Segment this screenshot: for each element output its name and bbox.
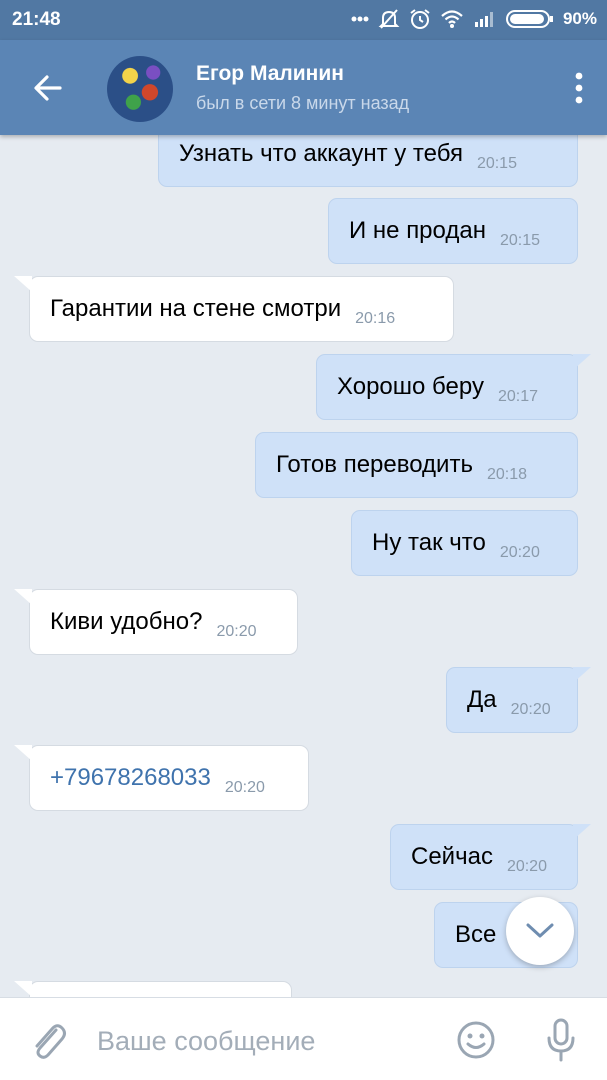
message-outgoing[interactable]: Ну так что 20:20 [351,510,578,576]
message-outgoing[interactable]: Готов переводить 20:18 [255,432,578,498]
status-icons: 90% [351,8,597,30]
alarm-icon [410,9,430,29]
status-bar: 21:48 90% [0,0,607,40]
message-text: Все [455,921,497,948]
message-time: 20:16 [355,310,396,327]
contact-name[interactable]: Егор Малинин [196,62,344,86]
message-time: 20:15 [476,155,517,172]
dots-icon [351,16,369,22]
message-time: 20:20 [216,623,257,640]
message-incoming[interactable]: Гарантии на стене смотри 20:16 [14,276,454,342]
scroll-down-button[interactable] [506,897,574,965]
message-incoming[interactable]: +79678268033 20:20 [14,745,309,811]
message-text: И не продан [349,217,486,244]
microphone-icon[interactable] [546,1018,576,1062]
contact-status: был в сети 8 минут назад [196,93,410,113]
message-text: Киви удобно? [50,608,203,635]
message-time: 20:15 [499,232,541,249]
message-text: Сейчас [411,843,493,870]
phone-link[interactable]: +79678268033 [50,764,211,792]
message-incoming[interactable]: Киви удобно? 20:20 [14,589,298,655]
message-text: Узнать что аккаунт у тебя [179,140,463,167]
chevron-down-icon [526,923,554,938]
message-outgoing[interactable]: И не продан 20:15 [328,198,578,264]
message-time: 20:20 [499,544,540,561]
avatar[interactable] [107,56,173,122]
message-time: 20:18 [486,466,527,483]
message-input[interactable]: Ваше сообщение [97,1026,315,1057]
message-time: 20:20 [506,858,547,875]
wifi-icon [441,10,463,28]
message-text: Гарантии на стене смотри [50,295,342,322]
message-incoming[interactable] [14,981,292,997]
arrow-left-icon[interactable] [28,68,68,108]
muted-bell-icon [378,9,400,29]
message-outgoing[interactable]: Хорошо беру 20:17 [316,354,591,420]
message-time: 20:20 [510,701,551,718]
paperclip-icon[interactable] [28,1020,68,1064]
signal-icon [474,12,493,27]
message-text: Ну так что [372,529,486,556]
message-outgoing[interactable]: Сейчас 20:20 [390,824,591,890]
status-time: 21:48 [12,9,61,30]
battery-icon [505,10,553,28]
composer: Ваше сообщение [0,997,607,1080]
message-outgoing[interactable]: Да 20:20 [446,667,591,733]
more-vertical-icon[interactable] [573,70,585,106]
smiley-icon[interactable] [456,1020,496,1060]
message-text: Готов переводить [276,451,473,478]
message-outgoing[interactable]: Узнать что аккаунт у тебя 20:15 [158,135,578,187]
battery-percent: 90% [562,9,597,28]
message-text: Да [467,686,497,713]
message-time: 20:20 [224,779,265,796]
message-text: Хорошо беру [337,373,484,400]
chat-header: Егор Малинин был в сети 8 минут назад [0,40,607,135]
message-list[interactable]: Узнать что аккаунт у тебя 20:15 И не про… [0,135,607,997]
message-time: 20:17 [497,388,538,405]
